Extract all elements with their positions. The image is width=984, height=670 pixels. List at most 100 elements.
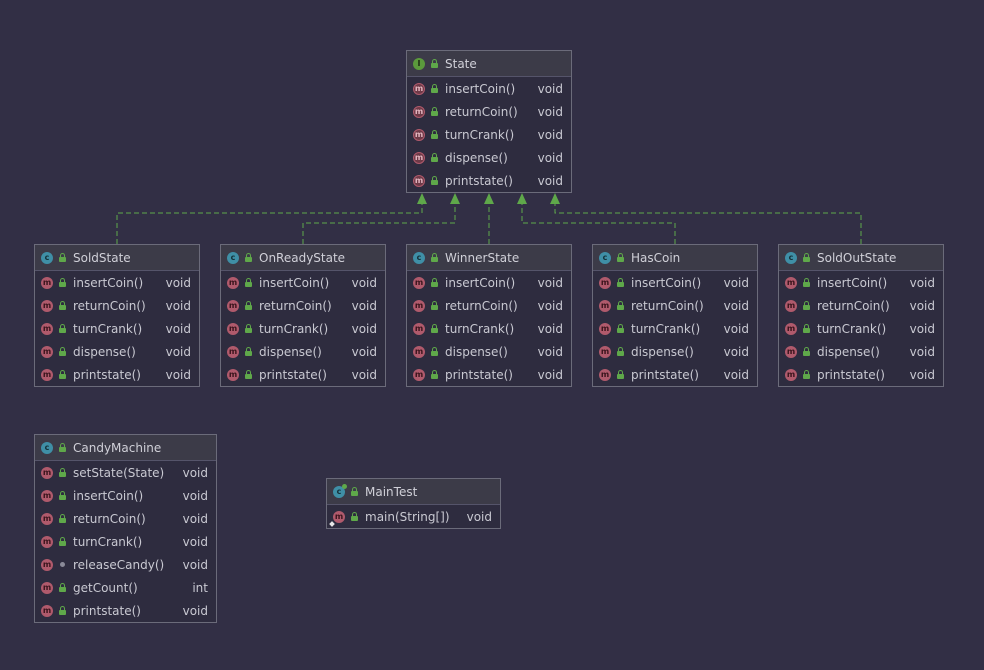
onreadystate-class-box[interactable]: c OnReadyState m insertCoin() void m return… xyxy=(220,244,386,387)
method-row[interactable]: m releaseCandy() void xyxy=(35,553,216,576)
public-lock-icon xyxy=(616,370,625,379)
uml-diagram-canvas[interactable]: I State m insertCoin() void m returnCoin() v… xyxy=(0,0,984,670)
abstract-method-icon: m xyxy=(413,105,425,118)
method-row[interactable]: m printstate() void xyxy=(779,363,943,386)
connector-hascoin-to-state xyxy=(521,200,676,244)
method-row[interactable]: m dispense() void xyxy=(779,340,943,363)
method-row[interactable]: m insertCoin() void xyxy=(407,77,571,100)
method-icon: m xyxy=(227,368,239,381)
return-type: void xyxy=(909,367,935,382)
public-lock-icon xyxy=(58,514,67,523)
method-row[interactable]: m returnCoin() void xyxy=(593,294,757,317)
method-row[interactable]: m insertCoin() void xyxy=(779,271,943,294)
method-row[interactable]: m printstate() void xyxy=(407,169,571,192)
public-lock-icon xyxy=(430,324,439,333)
method-row[interactable]: m dispense() void xyxy=(221,340,385,363)
public-lock-icon xyxy=(58,583,67,592)
state-interface-box[interactable]: I State m insertCoin() void m returnCoin() v… xyxy=(406,50,572,193)
method-name: main(String[]) xyxy=(365,509,450,524)
maintest-header[interactable]: c MainTest xyxy=(327,479,500,505)
return-type: int xyxy=(192,580,208,595)
method-row[interactable]: m insertCoin() void xyxy=(35,271,199,294)
method-row[interactable]: m returnCoin() void xyxy=(779,294,943,317)
class-icon: c xyxy=(41,441,53,454)
public-lock-icon xyxy=(802,347,811,356)
method-row[interactable]: m turnCrank() void xyxy=(407,123,571,146)
class-icon: c xyxy=(41,251,53,264)
public-lock-icon xyxy=(430,278,439,287)
return-type: void xyxy=(723,344,749,359)
hascoin-class-box[interactable]: c HasCoin m insertCoin() void m returnCoin(… xyxy=(592,244,758,387)
class-name: SoldState xyxy=(73,250,131,265)
abstract-method-icon: m xyxy=(413,82,425,95)
method-row[interactable]: m printstate() void xyxy=(221,363,385,386)
return-type: void xyxy=(182,488,208,503)
method-row[interactable]: m returnCoin() void xyxy=(221,294,385,317)
method-row[interactable]: m turnCrank() void xyxy=(593,317,757,340)
candymachine-header[interactable]: c CandyMachine xyxy=(35,435,216,461)
return-type: void xyxy=(182,603,208,618)
winnerstate-header[interactable]: c WinnerState xyxy=(407,245,571,271)
method-row[interactable]: m turnCrank() void xyxy=(35,530,216,553)
method-icon: m xyxy=(785,276,797,289)
state-header[interactable]: I State xyxy=(407,51,571,77)
method-row[interactable]: m setState(State) void xyxy=(35,461,216,484)
method-row[interactable]: m insertCoin() void xyxy=(35,484,216,507)
method-name: insertCoin() xyxy=(631,275,702,290)
method-row[interactable]: m dispense() void xyxy=(35,340,199,363)
method-row[interactable]: m printstate() void xyxy=(35,599,216,622)
method-icon: m xyxy=(599,368,611,381)
return-type: void xyxy=(723,298,749,313)
public-lock-icon xyxy=(616,301,625,310)
public-lock-icon xyxy=(58,253,67,262)
method-row[interactable]: m main(String[]) void xyxy=(327,505,500,528)
soldoutstate-class-box[interactable]: c SoldOutState m insertCoin() void m return… xyxy=(778,244,944,387)
soldstate-class-box[interactable]: c SoldState m insertCoin() void m returnCoi… xyxy=(34,244,200,387)
method-name: dispense() xyxy=(445,344,508,359)
public-lock-icon xyxy=(430,153,439,162)
method-row[interactable]: m printstate() void xyxy=(35,363,199,386)
winnerstate-class-box[interactable]: c WinnerState m insertCoin() void m returnC… xyxy=(406,244,572,387)
method-name: dispense() xyxy=(445,150,508,165)
method-row[interactable]: m dispense() void xyxy=(593,340,757,363)
method-name: returnCoin() xyxy=(445,104,518,119)
return-type: void xyxy=(537,127,563,142)
method-name: insertCoin() xyxy=(817,275,888,290)
runnable-class-icon: c xyxy=(333,483,347,498)
return-type: void xyxy=(351,321,377,336)
public-lock-icon xyxy=(58,278,67,287)
method-row[interactable]: m returnCoin() void xyxy=(35,294,199,317)
method-name: setState(State) xyxy=(73,465,165,480)
return-type: void xyxy=(182,557,208,572)
method-row[interactable]: m turnCrank() void xyxy=(221,317,385,340)
return-type: void xyxy=(537,173,563,188)
soldstate-header[interactable]: c SoldState xyxy=(35,245,199,271)
method-row[interactable]: m dispense() void xyxy=(407,340,571,363)
candymachine-class-box[interactable]: c CandyMachine m setState(State) void m ins… xyxy=(34,434,217,623)
soldoutstate-header[interactable]: c SoldOutState xyxy=(779,245,943,271)
method-icon: m xyxy=(785,368,797,381)
method-row[interactable]: m returnCoin() void xyxy=(407,100,571,123)
return-type: void xyxy=(537,150,563,165)
method-row[interactable]: m turnCrank() void xyxy=(35,317,199,340)
return-type: void xyxy=(351,367,377,382)
method-row[interactable]: m printstate() void xyxy=(593,363,757,386)
hascoin-header[interactable]: c HasCoin xyxy=(593,245,757,271)
maintest-class-box[interactable]: c MainTest m main(String[]) void xyxy=(326,478,501,529)
method-row[interactable]: m dispense() void xyxy=(407,146,571,169)
method-row[interactable]: m getCount() int xyxy=(35,576,216,599)
method-row[interactable]: m turnCrank() void xyxy=(407,317,571,340)
public-lock-icon xyxy=(616,253,625,262)
method-row[interactable]: m turnCrank() void xyxy=(779,317,943,340)
method-row[interactable]: m returnCoin() void xyxy=(35,507,216,530)
method-row[interactable]: m insertCoin() void xyxy=(593,271,757,294)
method-row[interactable]: m insertCoin() void xyxy=(407,271,571,294)
method-name: dispense() xyxy=(259,344,322,359)
onreadystate-header[interactable]: c OnReadyState xyxy=(221,245,385,271)
method-row[interactable]: m printstate() void xyxy=(407,363,571,386)
class-name: WinnerState xyxy=(445,250,520,265)
method-row[interactable]: m returnCoin() void xyxy=(407,294,571,317)
method-row[interactable]: m insertCoin() void xyxy=(221,271,385,294)
public-lock-icon xyxy=(244,278,253,287)
method-name: turnCrank() xyxy=(445,127,515,142)
